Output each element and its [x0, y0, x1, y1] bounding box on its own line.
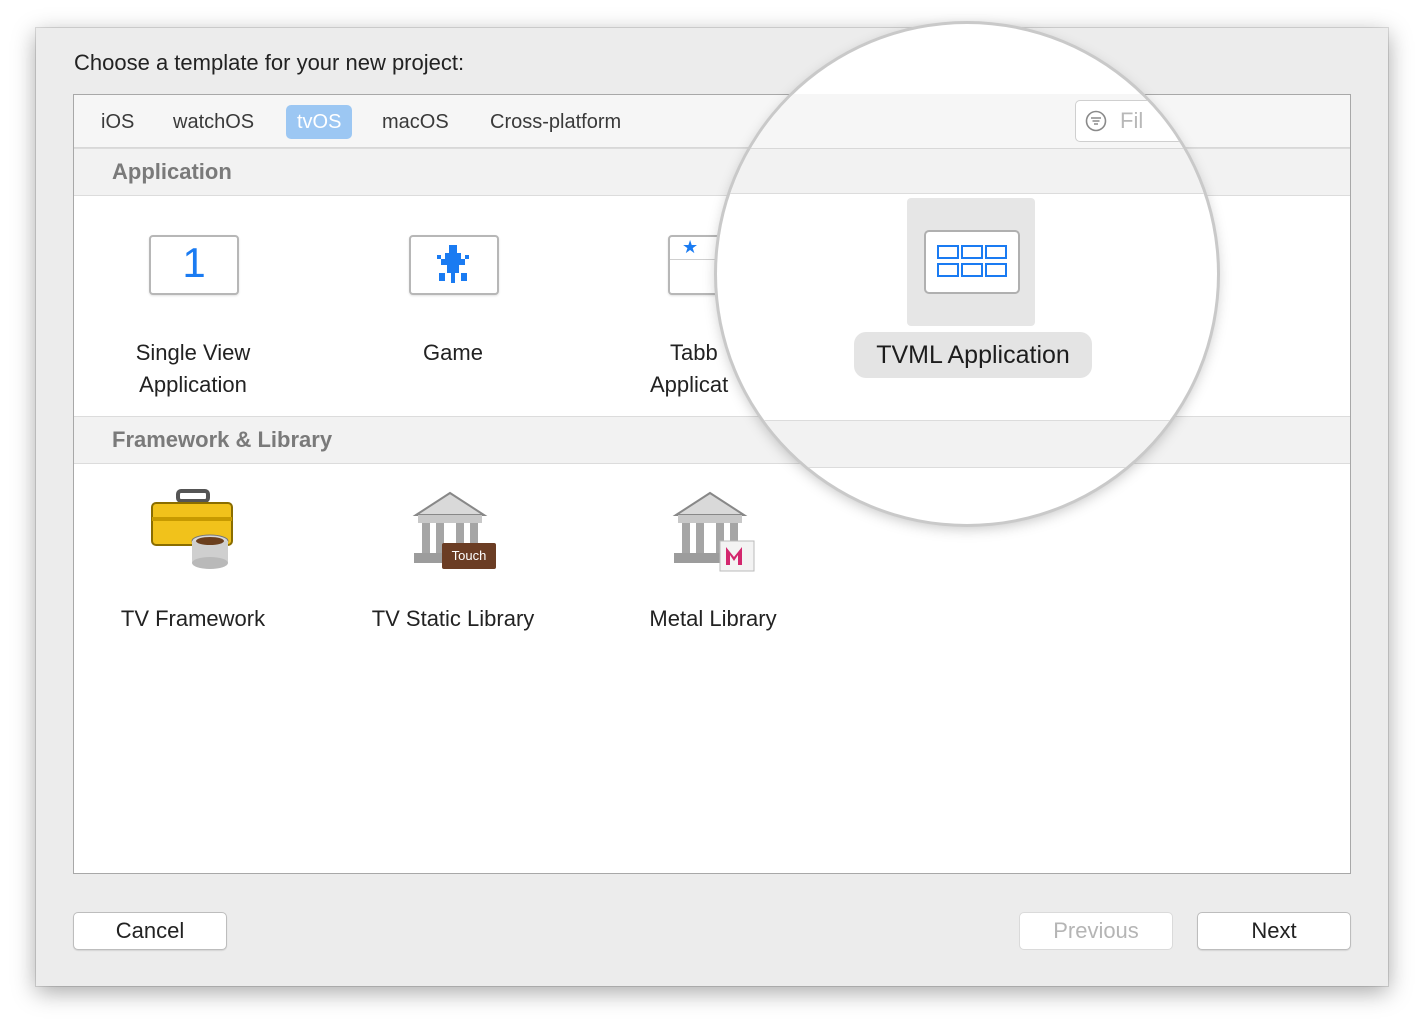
magnified-section-header: [717, 420, 1217, 468]
template-label: TV Static Library: [371, 606, 535, 631]
spaceship-sprite-icon: [437, 245, 469, 283]
template-tv-framework[interactable]: TV Framework: [88, 603, 298, 635]
filter-field[interactable]: Fil: [1075, 100, 1217, 142]
template-label: Metal Library: [649, 606, 777, 631]
tab-macos[interactable]: macOS: [371, 105, 460, 139]
template-label-line1: Game: [423, 340, 483, 365]
toolbox-icon[interactable]: [148, 487, 240, 571]
tvml-app-icon[interactable]: [924, 230, 1020, 294]
touch-badge: Touch: [442, 543, 496, 569]
tvml-application-label[interactable]: TVML Application: [854, 332, 1092, 378]
tab-watchos[interactable]: watchOS: [162, 105, 265, 139]
previous-button[interactable]: Previous: [1019, 912, 1173, 950]
tab-tvos[interactable]: tvOS: [286, 105, 353, 139]
template-metal-library[interactable]: Metal Library: [608, 603, 818, 635]
dialog-prompt: Choose a template for your new project:: [74, 50, 465, 75]
template-tv-static-library[interactable]: TV Static Library: [348, 603, 558, 635]
template-label: TV Framework: [120, 606, 266, 631]
number-one-glyph: 1: [182, 239, 206, 286]
template-game[interactable]: Game: [348, 337, 558, 369]
filter-placeholder: Fil: [1120, 108, 1144, 133]
magnifier-lens: Fil TVML Application: [717, 24, 1217, 524]
magnified-section-header: [717, 149, 1217, 194]
filter-icon: [1085, 110, 1107, 132]
cancel-button[interactable]: Cancel: [73, 912, 227, 950]
game-icon[interactable]: [409, 235, 499, 295]
template-label-line1: Single View: [135, 340, 251, 365]
template-label-line2: Application: [139, 372, 247, 397]
tab-cross-platform[interactable]: Cross-platform: [479, 105, 632, 139]
static-library-icon[interactable]: Touch: [408, 487, 500, 573]
star-icon: ★: [682, 237, 699, 257]
single-view-app-icon[interactable]: 1: [149, 235, 239, 295]
section-title: Application: [112, 159, 232, 184]
metal-library-icon[interactable]: [668, 487, 760, 573]
template-single-view[interactable]: Single View Application: [88, 337, 298, 401]
section-title: Framework & Library: [112, 427, 333, 452]
tab-ios[interactable]: iOS: [90, 105, 145, 139]
next-button[interactable]: Next: [1197, 912, 1351, 950]
grid-layout-icon: [937, 245, 1007, 277]
